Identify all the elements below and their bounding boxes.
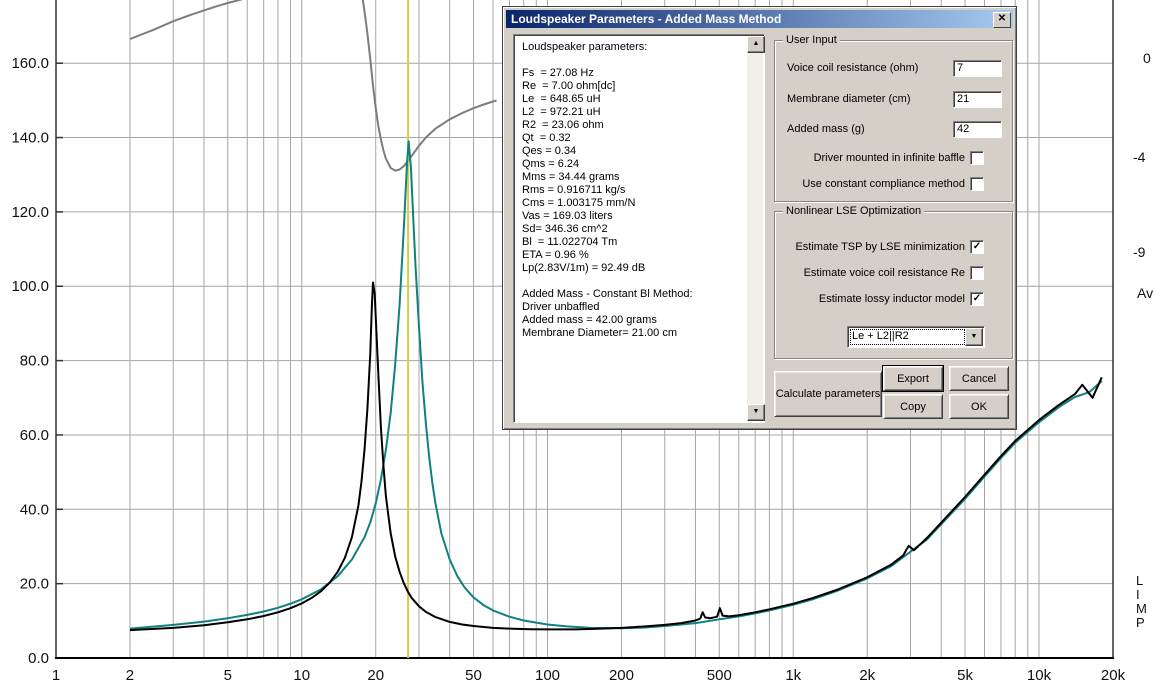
lse-group-label: Nonlinear LSE Optimization — [783, 205, 925, 217]
estimate-inductor-row: Estimate lossy inductor model ✓ — [775, 292, 984, 306]
user-input-group-label: User Input — [783, 34, 840, 46]
limp-watermark-letter: I — [1136, 587, 1140, 602]
panel-scrollbar[interactable]: ▲ ▼ — [747, 36, 765, 421]
x-tick-label: 5k — [957, 667, 973, 684]
x-tick-label: 200 — [609, 667, 634, 684]
inductor-model-dropdown[interactable]: Le + L2||R2 ▼ — [847, 326, 985, 348]
x-tick-label: 100 — [535, 667, 560, 684]
constant-compliance-checkbox[interactable] — [970, 177, 984, 191]
right-axis-partial-label: 0 — [1143, 50, 1151, 66]
scroll-up-button[interactable]: ▲ — [747, 36, 765, 53]
scroll-up-icon: ▲ — [752, 40, 760, 47]
close-icon: ✕ — [997, 13, 1007, 24]
membrane-diameter-row: Membrane diameter (cm) — [787, 90, 1002, 108]
y-tick-label: 100.0 — [11, 278, 49, 295]
x-tick-label: 20k — [1101, 667, 1126, 684]
voice-coil-resistance-input[interactable] — [953, 59, 1002, 77]
dialog-titlebar[interactable]: Loudspeaker Parameters - Added Mass Meth… — [506, 10, 1013, 28]
added-mass-label: Added mass (g) — [787, 123, 865, 135]
x-tick-label: 2 — [126, 667, 134, 684]
curve-phase — [361, 0, 497, 172]
limp-watermark-letter: L — [1136, 573, 1143, 588]
y-tick-label: 120.0 — [11, 204, 49, 221]
lse-optimization-group: Nonlinear LSE Optimization Estimate TSP … — [774, 205, 1013, 359]
y-tick-label: 160.0 — [11, 55, 49, 72]
infinite-baffle-checkbox[interactable] — [970, 151, 984, 165]
estimate-tsp-row: Estimate TSP by LSE minimization ✓ — [775, 240, 984, 254]
infinite-baffle-label: Driver mounted in infinite baffle — [813, 152, 965, 164]
added-mass-row: Added mass (g) — [787, 120, 1002, 138]
x-tick-label: 10 — [293, 667, 310, 684]
y-tick-label: 80.0 — [20, 353, 49, 370]
y-tick-label: 40.0 — [20, 501, 49, 518]
constant-compliance-label: Use constant compliance method — [802, 178, 965, 190]
parameters-text-panel: Loudspeaker parameters: Fs = 27.08 Hz Re… — [513, 34, 765, 423]
y-tick-label: 0.0 — [28, 650, 49, 667]
dialog-title: Loudspeaker Parameters - Added Mass Meth… — [511, 12, 782, 26]
added-mass-input[interactable] — [953, 120, 1002, 138]
scroll-down-button[interactable]: ▼ — [747, 404, 765, 421]
chevron-down-icon[interactable]: ▼ — [965, 328, 983, 346]
parameters-text: Loudspeaker parameters: Fs = 27.08 Hz Re… — [522, 41, 693, 339]
estimate-tsp-checkbox[interactable]: ✓ — [970, 240, 984, 254]
user-input-group: User Input Voice coil resistance (ohm) M… — [774, 34, 1013, 202]
infinite-baffle-row: Driver mounted in infinite baffle — [775, 151, 984, 165]
x-tick-label: 500 — [707, 667, 732, 684]
estimate-tsp-label: Estimate TSP by LSE minimization — [795, 241, 965, 253]
limp-watermark-letter: P — [1136, 615, 1145, 630]
estimate-re-row: Estimate voice coil resistance Re — [775, 266, 984, 280]
copy-button[interactable]: Copy — [883, 394, 943, 419]
x-tick-label: 1k — [785, 667, 801, 684]
scroll-down-icon: ▼ — [752, 408, 760, 415]
right-axis-partial-label: Av — [1137, 285, 1153, 301]
estimate-inductor-label: Estimate lossy inductor model — [818, 293, 965, 305]
x-tick-label: 2k — [859, 667, 875, 684]
inductor-model-value: Le + L2||R2 — [850, 329, 965, 345]
cancel-button[interactable]: Cancel — [949, 366, 1009, 391]
limp-main-window: 0.0 20.0 40.0 60.0 80.0 100.0 120.0 140.0 160.0 1… — [0, 0, 1154, 688]
estimate-re-checkbox[interactable] — [970, 266, 984, 280]
export-button[interactable]: Export — [883, 366, 943, 391]
constant-compliance-row: Use constant compliance method — [775, 177, 984, 191]
membrane-diameter-label: Membrane diameter (cm) — [787, 93, 911, 105]
x-tick-label: 10k — [1027, 667, 1052, 684]
loudspeaker-parameters-dialog: Loudspeaker Parameters - Added Mass Meth… — [502, 6, 1017, 430]
x-tick-label: 50 — [465, 667, 482, 684]
x-tick-label: 1 — [52, 667, 60, 684]
voice-coil-resistance-row: Voice coil resistance (ohm) — [787, 59, 1002, 77]
voice-coil-resistance-label: Voice coil resistance (ohm) — [787, 62, 919, 74]
x-tick-label: 20 — [367, 667, 384, 684]
curve-phase — [129, 0, 244, 40]
calculate-parameters-button[interactable]: Calculate parameters — [774, 371, 882, 417]
y-tick-label: 140.0 — [11, 130, 49, 147]
x-tick-label: 5 — [224, 667, 232, 684]
close-button[interactable]: ✕ — [993, 12, 1011, 28]
membrane-diameter-input[interactable] — [953, 90, 1002, 108]
estimate-re-label: Estimate voice coil resistance Re — [803, 267, 965, 279]
y-tick-label: 60.0 — [20, 427, 49, 444]
limp-watermark-letter: M — [1136, 601, 1147, 616]
y-tick-label: 20.0 — [20, 576, 49, 593]
ok-button[interactable]: OK — [949, 394, 1009, 419]
estimate-inductor-checkbox[interactable]: ✓ — [970, 292, 984, 306]
right-axis-partial-label: -9 — [1133, 244, 1146, 260]
right-axis-partial-label: -4 — [1133, 149, 1146, 165]
